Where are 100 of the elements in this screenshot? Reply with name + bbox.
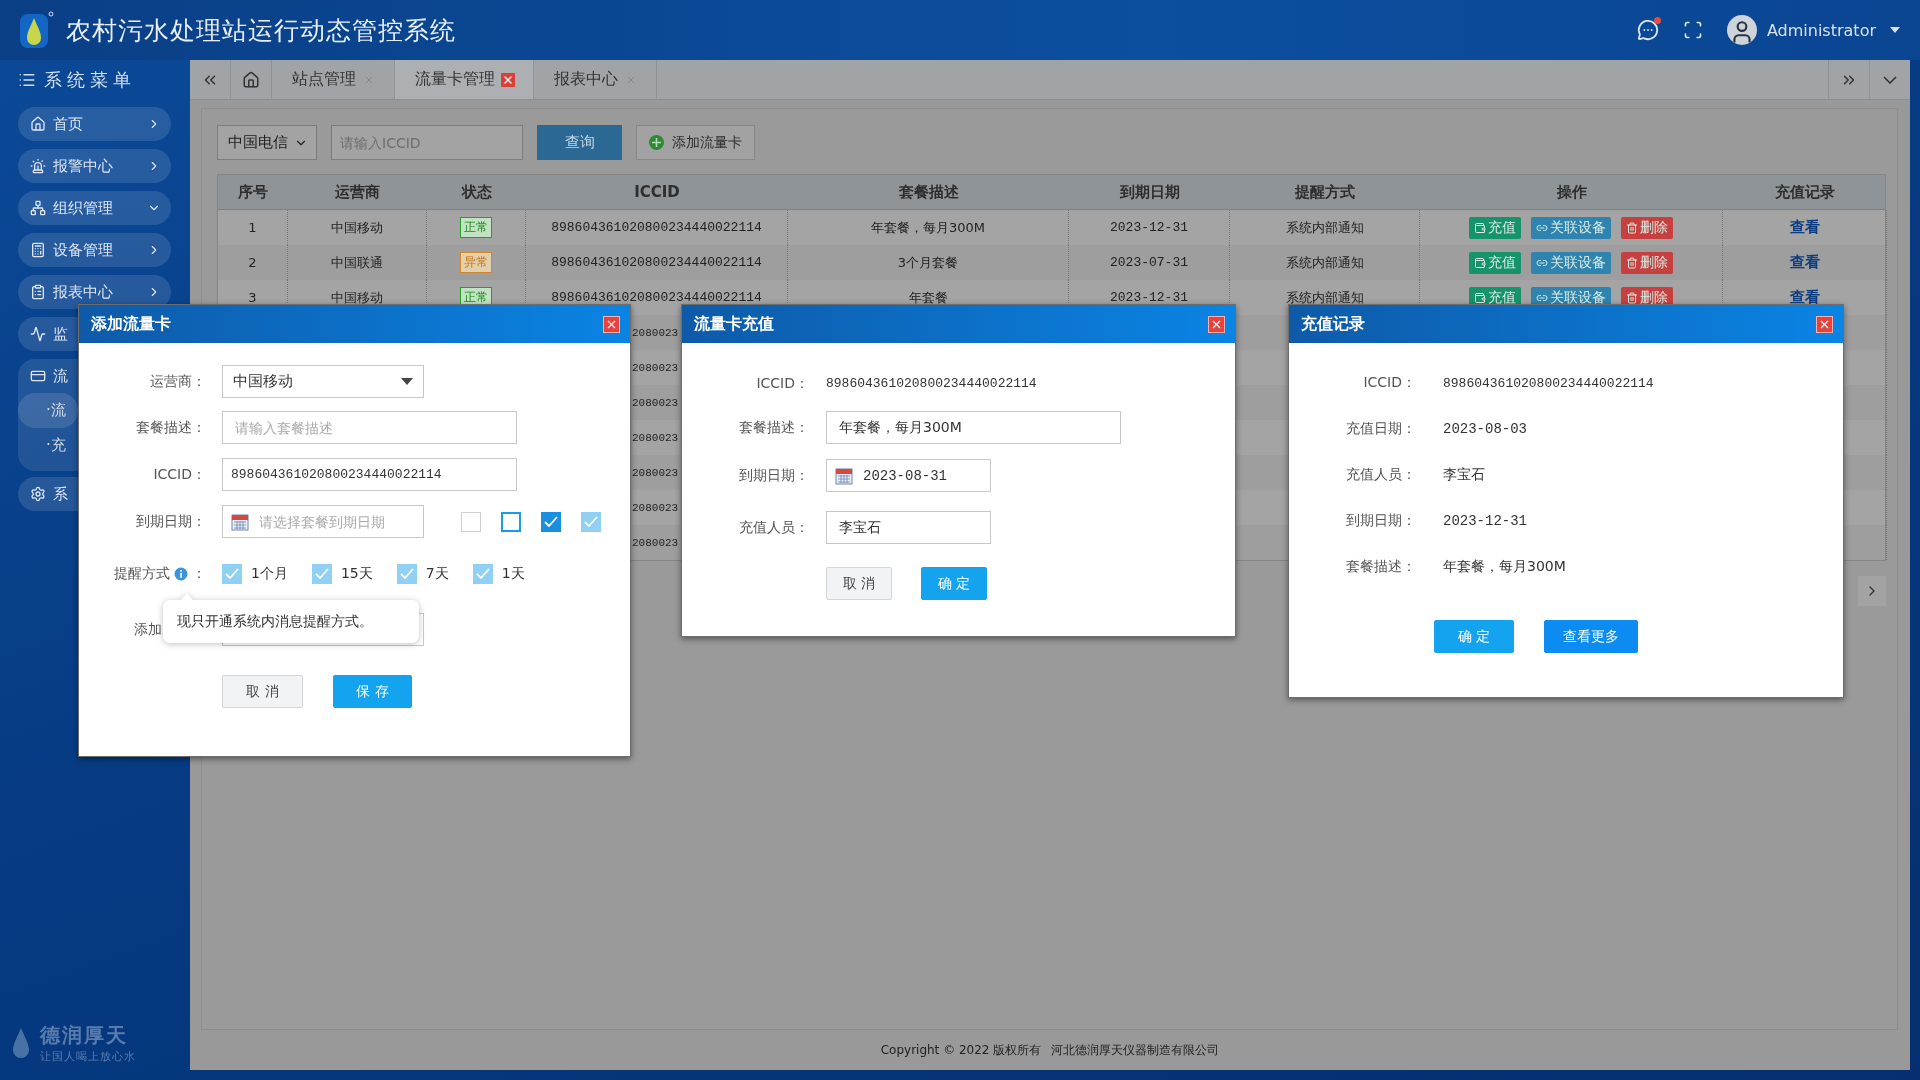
link-device-button[interactable]: 关联设备 — [1531, 216, 1611, 239]
field-label: 到期日期： — [1345, 512, 1416, 530]
trash-icon — [1626, 291, 1638, 304]
close-icon[interactable] — [501, 72, 515, 87]
table-cell: 2 — [248, 255, 257, 270]
carrier-select[interactable]: 中国电信 — [217, 125, 317, 160]
menu-item[interactable]: 首页 — [18, 107, 171, 141]
user-name[interactable]: Administrator — [1766, 20, 1876, 40]
activity-icon — [30, 326, 46, 342]
tab-label[interactable]: 站点管理 — [292, 69, 356, 90]
avatar[interactable] — [1726, 15, 1757, 45]
info-icon[interactable] — [174, 567, 188, 581]
table-cell: 2080023 — [632, 431, 679, 444]
table-cell: 2080023 — [632, 536, 679, 549]
caret-icon[interactable] — [1890, 27, 1900, 33]
wallet-icon — [1474, 291, 1486, 304]
date-field[interactable]: 请选择套餐到期日期 — [222, 505, 424, 538]
view-link[interactable]: 查看 — [1789, 253, 1820, 272]
field-label: ICCID： — [152, 465, 206, 484]
submenu-item[interactable]: ·充 — [18, 428, 78, 463]
close-button[interactable] — [1816, 315, 1833, 333]
checkbox[interactable] — [581, 511, 601, 532]
close-button[interactable] — [603, 315, 620, 333]
menu-item[interactable]: 流 — [53, 366, 68, 386]
settings-icon — [30, 486, 46, 502]
siren-icon — [30, 158, 46, 174]
calendar-icon — [231, 512, 249, 531]
column-header: 到期日期 — [1119, 182, 1180, 202]
input-field[interactable]: 李宝石 — [826, 511, 991, 544]
date-input[interactable]: 请选择套餐到期日期 — [255, 509, 417, 534]
calendar-icon — [835, 466, 853, 485]
input-field[interactable]: 请输入套餐描述 — [222, 411, 517, 444]
menu-item[interactable]: 报警中心 — [18, 149, 171, 183]
query-button[interactable]: 查询 — [537, 125, 622, 160]
confirm-button[interactable]: 保 存 — [333, 675, 412, 708]
confirm-button[interactable]: 确 定 — [921, 567, 987, 600]
cancel-button[interactable]: 取 消 — [222, 675, 303, 708]
checkbox[interactable] — [541, 511, 561, 532]
close-button[interactable] — [1208, 315, 1225, 333]
option-label: 1天 — [501, 565, 525, 583]
delete-button[interactable]: 删除 — [1621, 251, 1673, 274]
column-header: 状态 — [461, 182, 492, 202]
home-icon — [30, 116, 46, 132]
carrier-select[interactable]: 中国移动 — [222, 365, 424, 398]
table-cell: 898604361020800234440022114 — [551, 255, 762, 270]
date-input[interactable]: 2023-08-31 — [859, 463, 984, 488]
delete-button[interactable]: 删除 — [1621, 216, 1673, 239]
menu-item[interactable]: 设备管理 — [18, 233, 171, 267]
field-label: 充值日期： — [1345, 420, 1416, 438]
brand-name: 德润厚天 — [40, 1022, 129, 1049]
next-page-button[interactable] — [1858, 576, 1886, 606]
caret-icon — [401, 378, 413, 385]
table-cell: 2023-07-31 — [1110, 255, 1188, 270]
input-field[interactable]: 年套餐，每月300M — [826, 411, 1121, 444]
menu-label: 首页 — [53, 114, 83, 134]
tab[interactable]: 报表中心 — [534, 60, 657, 99]
plus-icon — [649, 135, 664, 150]
input-field[interactable]: 898604361020800234440022114 — [222, 458, 517, 491]
table-cell: 系统内部通知 — [1285, 253, 1364, 272]
company-name: 河北德润厚天仪器制造有限公司 — [1051, 1041, 1220, 1059]
table-cell: 2023-12-31 — [1110, 290, 1188, 305]
chevron-icon — [1883, 75, 1897, 84]
recharge-button[interactable]: 充值 — [1469, 251, 1521, 274]
menu-title: 系统菜单 — [44, 68, 136, 92]
menu-label: 监 — [53, 324, 68, 344]
dialog-title: 添加流量卡 — [91, 313, 171, 335]
menu-item[interactable]: 组织管理 — [18, 191, 171, 225]
field-label: 充值人员： — [1345, 466, 1416, 484]
view-link[interactable]: 查看 — [1789, 288, 1820, 307]
submenu-item[interactable]: ·流 — [18, 393, 78, 428]
confirm-button[interactable]: 确 定 — [1434, 620, 1514, 653]
field-label: ICCID： — [1362, 374, 1416, 392]
cancel-button[interactable]: 取 消 — [826, 567, 892, 600]
view-link[interactable]: 查看 — [1789, 218, 1820, 237]
table-cell: 2023-12-31 — [1110, 220, 1188, 235]
checkbox[interactable] — [501, 511, 521, 532]
checkbox[interactable] — [461, 511, 481, 532]
link-device-button[interactable]: 关联设备 — [1531, 251, 1611, 274]
status-badge: 异常 — [460, 252, 492, 273]
drop-icon — [10, 1026, 32, 1060]
trash-icon — [1626, 221, 1638, 234]
column-header: 充值记录 — [1775, 182, 1835, 202]
tab[interactable]: 流量卡管理 — [395, 60, 534, 99]
table-cell: 3个月套餐 — [897, 253, 959, 272]
fullscreen-icon[interactable] — [1682, 20, 1703, 40]
more-button[interactable]: 查看更多 — [1544, 620, 1638, 653]
menu-item[interactable]: 报表中心 — [18, 275, 171, 309]
recharge-button[interactable]: 充值 — [1469, 216, 1521, 239]
logo-icon — [18, 10, 54, 50]
table-cell: 898604361020800234440022114 — [551, 290, 762, 305]
tab-label[interactable]: 报表中心 — [554, 69, 618, 90]
table-cell: 2080023 — [632, 396, 679, 409]
table-cell: 1 — [248, 220, 257, 235]
tab-label[interactable]: 流量卡管理 — [415, 69, 495, 90]
option-label: 7天 — [425, 565, 449, 583]
table-cell: 年套餐，每月300M — [871, 218, 985, 237]
add-card-button[interactable]: 添加流量卡 — [636, 125, 755, 160]
chat-icon[interactable] — [1636, 19, 1659, 41]
field-value: 年套餐，每月300M — [1443, 558, 1566, 576]
date-field[interactable]: 2023-08-31 — [826, 459, 991, 492]
